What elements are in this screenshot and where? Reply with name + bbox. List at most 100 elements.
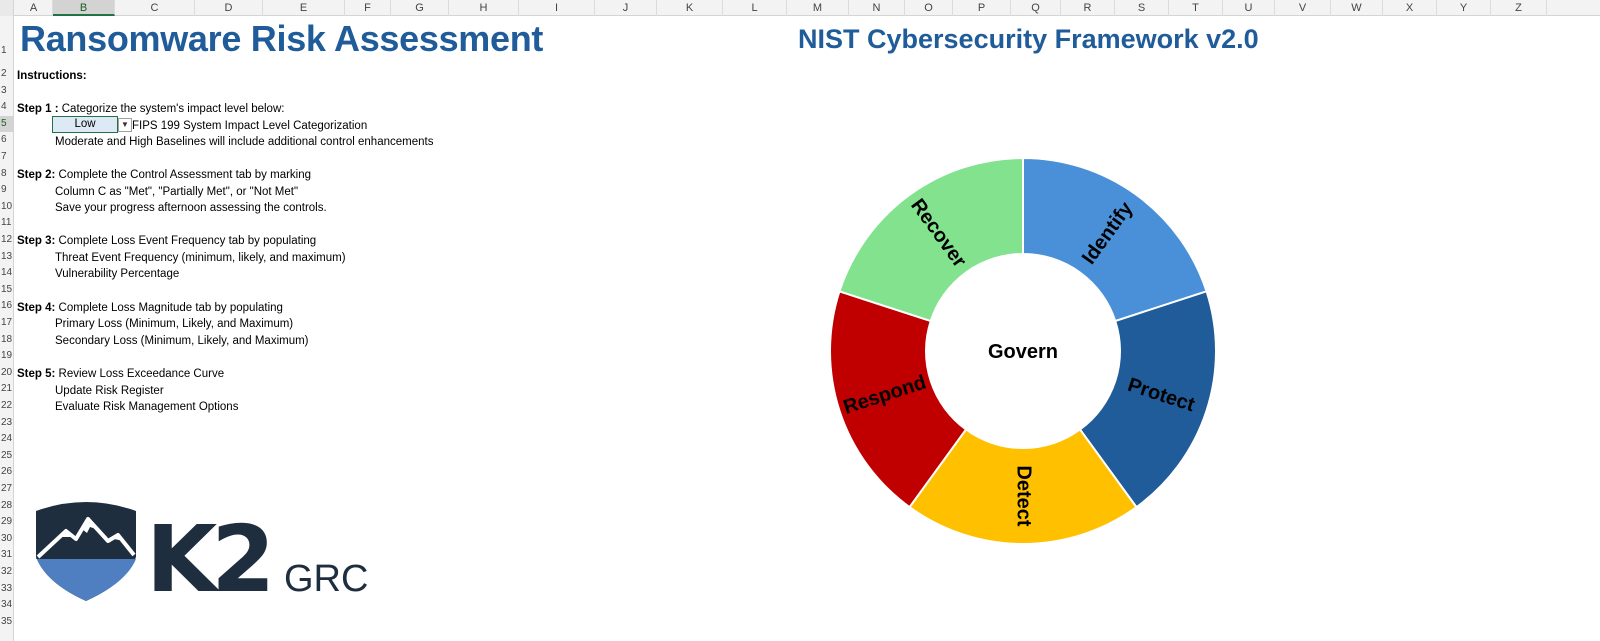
row-header-27[interactable]: 27	[0, 481, 14, 498]
impact-caption: FIPS 199 System Impact Level Categorizat…	[132, 120, 368, 132]
column-header-g[interactable]: G	[391, 0, 449, 16]
row-header-31[interactable]: 31	[0, 547, 14, 564]
step3-line3: Vulnerability Percentage	[55, 268, 180, 280]
chevron-down-icon[interactable]: ▼	[118, 118, 132, 132]
column-header-f[interactable]: F	[345, 0, 391, 16]
column-header-a[interactable]: A	[15, 0, 53, 16]
step3-row: Step 3: Complete Loss Event Frequency ta…	[17, 234, 316, 248]
row-header-11[interactable]: 11	[0, 215, 14, 232]
center-label: Govern	[988, 341, 1058, 363]
column-header-o[interactable]: O	[905, 0, 953, 16]
row-header-5[interactable]: 5	[0, 115, 14, 133]
row-header-23[interactable]: 23	[0, 415, 14, 432]
row-header-33[interactable]: 33	[0, 581, 14, 598]
logo-brand-text: K2	[146, 506, 269, 607]
row-header-4[interactable]: 4	[0, 99, 14, 116]
row-header-14[interactable]: 14	[0, 265, 14, 282]
row-header-3[interactable]: 3	[0, 83, 14, 100]
row-header-29[interactable]: 29	[0, 514, 14, 531]
step5-line3: Evaluate Risk Management Options	[55, 401, 239, 413]
step2-line3: Save your progress afternoon assessing t…	[55, 202, 327, 214]
sheet-title: Ransomware Risk Assessment	[20, 18, 544, 59]
row-header-19[interactable]: 19	[0, 348, 14, 365]
row-header-24[interactable]: 24	[0, 431, 14, 448]
row-header-28[interactable]: 28	[0, 498, 14, 515]
step4-line3: Secondary Loss (Minimum, Likely, and Max…	[55, 335, 309, 347]
row-header-20[interactable]: 20	[0, 365, 14, 382]
column-header-w[interactable]: W	[1331, 0, 1383, 16]
step1-text: Categorize the system's impact level bel…	[58, 103, 285, 115]
row-header-32[interactable]: 32	[0, 564, 14, 581]
step4-text: Complete Loss Magnitude tab by populatin…	[55, 302, 283, 314]
step2-row: Step 2: Complete the Control Assessment …	[17, 168, 311, 182]
column-header-e[interactable]: E	[263, 0, 345, 16]
step4-row: Step 4: Complete Loss Magnitude tab by p…	[17, 301, 283, 315]
row-header-16[interactable]: 16	[0, 298, 14, 315]
row-header-7[interactable]: 7	[0, 149, 14, 166]
row-header-bar: 1 2 3 4 5 6 7 8 9 10 11 12 13 14 15 16 17 18 19 20 21 22 23 24 2…	[0, 16, 14, 641]
column-header-u[interactable]: U	[1223, 0, 1275, 16]
column-header-n[interactable]: N	[849, 0, 905, 16]
column-header-q[interactable]: Q	[1011, 0, 1061, 16]
step1-note: Moderate and High Baselines will include…	[55, 136, 434, 148]
row-header-35[interactable]: 35	[0, 614, 14, 631]
column-header-c[interactable]: C	[115, 0, 195, 16]
step4-label: Step 4:	[17, 302, 56, 314]
row-header-1[interactable]: 1	[0, 16, 14, 66]
row-header-17[interactable]: 17	[0, 315, 14, 332]
column-header-b[interactable]: B	[53, 0, 115, 16]
column-header-r[interactable]: R	[1061, 0, 1115, 16]
logo-suffix-text: GRC	[284, 558, 368, 600]
step3-text: Complete Loss Event Frequency tab by pop…	[55, 235, 317, 247]
step2-text: Complete the Control Assessment tab by m…	[55, 169, 312, 181]
slice-label-detect: Detect	[1013, 465, 1035, 526]
row-header-10[interactable]: 10	[0, 199, 14, 216]
column-header-p[interactable]: P	[953, 0, 1011, 16]
row-header-13[interactable]: 13	[0, 249, 14, 266]
row-header-25[interactable]: 25	[0, 448, 14, 465]
row-header-22[interactable]: 22	[0, 398, 14, 415]
select-all-corner[interactable]	[0, 0, 14, 16]
step4-line2: Primary Loss (Minimum, Likely, and Maxim…	[55, 318, 294, 330]
step1-label: Step 1 :	[17, 103, 59, 115]
row-header-34[interactable]: 34	[0, 597, 14, 614]
chart-title: NIST Cybersecurity Framework v2.0	[798, 24, 1259, 54]
step5-label: Step 5:	[17, 368, 56, 380]
nist-framework-donut-chart: IdentifyProtectDetectRespondRecover Gove…	[829, 156, 1217, 545]
column-header-v[interactable]: V	[1275, 0, 1331, 16]
column-header-s[interactable]: S	[1115, 0, 1169, 16]
column-header-bar: ABCDEFGHIJKLMNOPQRSTUVWXYZ	[0, 0, 1600, 16]
step5-row: Step 5: Review Loss Exceedance Curve	[17, 367, 224, 381]
step3-line2: Threat Event Frequency (minimum, likely,…	[55, 252, 346, 264]
instructions-label: Instructions:	[17, 70, 87, 82]
row-header-18[interactable]: 18	[0, 332, 14, 349]
column-header-j[interactable]: J	[595, 0, 657, 16]
step5-text: Review Loss Exceedance Curve	[55, 368, 225, 380]
column-header-y[interactable]: Y	[1437, 0, 1491, 16]
impact-level-cell[interactable]: Low	[52, 116, 118, 133]
column-header-d[interactable]: D	[195, 0, 263, 16]
step2-label: Step 2:	[17, 169, 56, 181]
column-header-x[interactable]: X	[1383, 0, 1437, 16]
row-header-26[interactable]: 26	[0, 464, 14, 481]
row-header-30[interactable]: 30	[0, 531, 14, 548]
shield-mountain-icon	[36, 502, 136, 601]
row-header-21[interactable]: 21	[0, 381, 14, 398]
column-header-z[interactable]: Z	[1491, 0, 1547, 16]
k2-grc-logo: K2 GRC	[36, 502, 368, 607]
column-header-m[interactable]: M	[787, 0, 849, 16]
row-header-2[interactable]: 2	[0, 66, 14, 83]
row-header-8[interactable]: 8	[0, 166, 14, 183]
row-header-9[interactable]: 9	[0, 182, 14, 199]
row-header-15[interactable]: 15	[0, 282, 14, 299]
row-header-6[interactable]: 6	[0, 132, 14, 149]
column-header-k[interactable]: K	[657, 0, 723, 16]
column-header-i[interactable]: I	[519, 0, 595, 16]
step3-label: Step 3:	[17, 235, 56, 247]
column-header-h[interactable]: H	[449, 0, 519, 16]
column-header-l[interactable]: L	[723, 0, 787, 16]
step5-line2: Update Risk Register	[55, 385, 164, 397]
step2-line2: Column C as "Met", "Partially Met", or "…	[55, 186, 299, 198]
row-header-12[interactable]: 12	[0, 232, 14, 249]
column-header-t[interactable]: T	[1169, 0, 1223, 16]
